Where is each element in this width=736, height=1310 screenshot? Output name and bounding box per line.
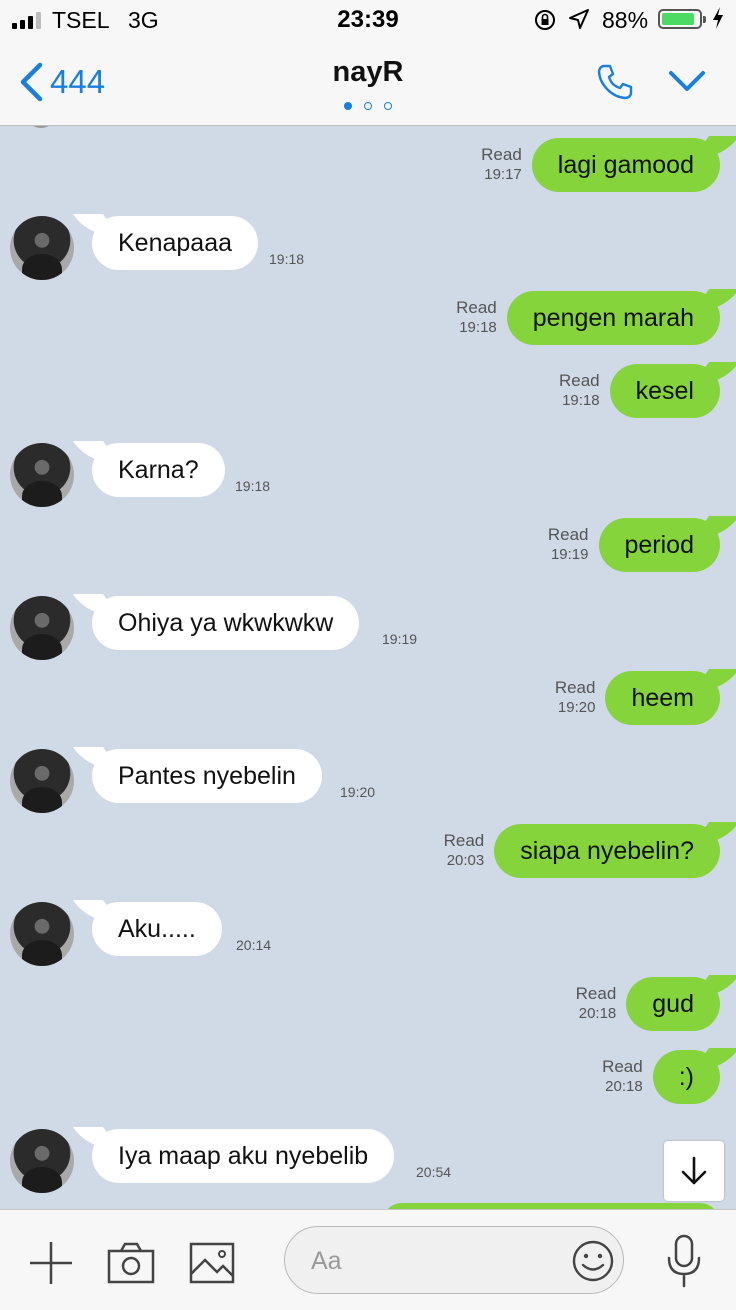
message-time: 19:18: [459, 319, 497, 336]
page-dot: [364, 102, 372, 110]
read-status: Read: [602, 1057, 643, 1076]
read-status: Read: [575, 984, 617, 1003]
outgoing-message[interactable]: Read 19:18 kesel: [559, 363, 720, 419]
message-bubble[interactable]: kesel: [609, 364, 720, 418]
read-status: Read: [554, 678, 596, 697]
message-bubble[interactable]: Aku.....: [92, 902, 222, 956]
microphone-icon: [667, 1234, 701, 1288]
message-time: 19:18: [562, 392, 600, 409]
message-bubble[interactable]: Ohiya ya wkwkwkw: [92, 596, 360, 650]
incoming-message: Kenapaaa 19:18: [0, 216, 736, 286]
read-status: Read: [456, 298, 497, 317]
message-time: 20:18: [605, 1078, 643, 1095]
incoming-message: Ohiya ya wkwkwkw 19:19: [0, 596, 736, 666]
incoming-message: Pantes nyebelin 19:20: [0, 749, 736, 819]
location-arrow-icon: [568, 8, 590, 36]
menu-dropdown-button[interactable]: [667, 65, 707, 104]
charging-bolt-icon: [711, 6, 725, 36]
outgoing-message[interactable]: Read 19:19 period: [548, 517, 720, 573]
message-field[interactable]: [284, 1226, 624, 1294]
incoming-message: Iya maap aku nyebelib 20:54: [0, 1129, 736, 1199]
message-bubble[interactable]: lagi gamood: [531, 138, 720, 192]
read-status: Read: [443, 831, 485, 850]
contact-avatar[interactable]: [10, 1129, 74, 1193]
message-time: 19:18: [235, 478, 271, 494]
message-bubble[interactable]: siapa nyebelin?: [494, 824, 720, 878]
page-dot: [384, 102, 392, 110]
camera-button[interactable]: [107, 1242, 155, 1289]
message-time: 19:20: [557, 699, 596, 716]
image-icon: [189, 1242, 235, 1284]
page-dot: [344, 102, 352, 110]
scroll-to-bottom-button[interactable]: [664, 1141, 724, 1201]
message-time: 19:17: [484, 166, 522, 183]
contact-avatar[interactable]: [10, 596, 74, 660]
message-time: 20:03: [446, 852, 485, 869]
message-time: 20:14: [236, 937, 272, 953]
chat-header: 444 nayR: [0, 40, 736, 126]
message-time: 19:19: [382, 631, 418, 647]
camera-icon: [107, 1242, 155, 1284]
arrow-down-icon: [681, 1156, 707, 1185]
message-time: 20:18: [578, 1005, 617, 1022]
battery-level-fill: [662, 13, 694, 25]
contact-avatar[interactable]: [10, 443, 74, 507]
message-bubble[interactable]: Pantes nyebelin: [92, 749, 322, 803]
call-button[interactable]: [595, 62, 635, 107]
battery-percent: 88%: [602, 7, 649, 33]
voice-message-button[interactable]: [664, 1234, 704, 1293]
message-bubble[interactable]: Kenapaaa: [92, 216, 259, 270]
read-status: Read: [558, 371, 600, 390]
outgoing-message[interactable]: Read 19:17 lagi gamood: [481, 137, 720, 193]
outgoing-message[interactable]: Read 19:20 heem: [555, 670, 720, 726]
avatar: [26, 126, 56, 128]
message-input-bar: [0, 1209, 736, 1310]
outgoing-message[interactable]: Read 19:18 pengen marah: [456, 290, 720, 346]
emoji-icon: [572, 1240, 614, 1282]
message-time: 20:54: [416, 1164, 452, 1180]
message-bubble[interactable]: Karna?: [92, 443, 225, 497]
chevron-down-icon: [669, 71, 705, 91]
outgoing-message[interactable]: Read 20:03 siapa nyebelin?: [444, 823, 720, 879]
status-bar: TSEL 3G 23:39 88%: [0, 0, 736, 40]
outgoing-message[interactable]: Read 20:18 :): [602, 1049, 720, 1105]
message-bubble[interactable]: gud: [626, 977, 720, 1031]
contact-avatar[interactable]: [10, 902, 74, 966]
lock-rotation-icon: [533, 8, 557, 38]
image-gallery-button[interactable]: [189, 1242, 235, 1289]
message-time: 19:19: [550, 546, 589, 563]
message-bubble[interactable]: period: [598, 518, 720, 572]
read-status: Read: [481, 145, 522, 164]
incoming-message: Karna? 19:18: [0, 443, 736, 513]
read-status: Read: [547, 525, 589, 544]
contact-avatar[interactable]: [10, 749, 74, 813]
message-input[interactable]: [309, 1241, 553, 1281]
message-bubble[interactable]: :): [652, 1050, 720, 1104]
message-time: 19:20: [340, 784, 376, 800]
phone-icon: [597, 64, 633, 100]
battery-icon: [658, 9, 706, 29]
add-attachment-button[interactable]: [28, 1240, 74, 1291]
message-bubble[interactable]: pengen marah: [506, 291, 720, 345]
message-bubble[interactable]: heem: [605, 671, 720, 725]
contact-avatar[interactable]: [10, 216, 74, 280]
plus-icon: [30, 1242, 72, 1284]
message-list[interactable]: Read 19:17 lagi gamood Kenapaaa 19:18 Rea…: [0, 126, 736, 1209]
message-bubble[interactable]: Iya maap aku nyebelib: [92, 1129, 395, 1183]
outgoing-message[interactable]: Read 20:18 gud: [576, 976, 720, 1032]
emoji-button[interactable]: [571, 1239, 615, 1288]
message-time: 19:18: [269, 251, 305, 267]
incoming-message: Aku..... 20:14: [0, 902, 736, 972]
